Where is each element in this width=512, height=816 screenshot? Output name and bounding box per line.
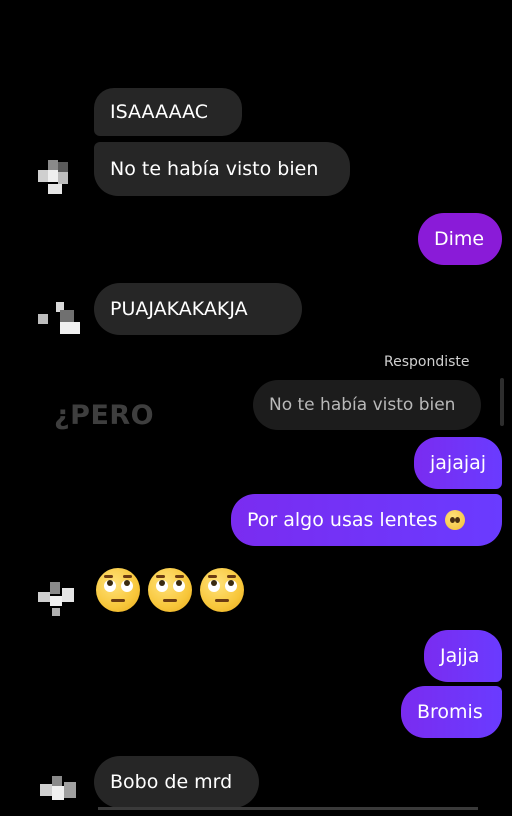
pleading-face-icon xyxy=(445,510,466,530)
eye-roll-emoji-icon xyxy=(96,568,140,612)
message-bubble[interactable]: Bromis xyxy=(401,686,502,738)
avatar[interactable] xyxy=(38,578,82,618)
eye-roll-emoji-icon xyxy=(148,568,192,612)
avatar[interactable] xyxy=(40,772,84,812)
emoji-text: 🙄🙄🙄 xyxy=(96,566,100,567)
message-bubble[interactable]: Dime xyxy=(418,213,502,265)
avatar[interactable] xyxy=(38,298,82,338)
message-bubble[interactable]: ISAAAAAC xyxy=(94,88,242,136)
avatar[interactable] xyxy=(38,156,82,196)
message-bubble[interactable]: Por algo usas lentes xyxy=(231,494,502,546)
scrollbar[interactable] xyxy=(500,378,504,426)
message-bubble[interactable]: No te había visto bien xyxy=(94,142,350,196)
message-text: Por algo usas lentes xyxy=(247,509,438,531)
emoji-message[interactable]: 🙄🙄🙄 xyxy=(96,566,248,614)
overlay-caption: ¿PERO xyxy=(54,400,155,431)
progress-bar xyxy=(98,807,478,810)
eye-roll-emoji-icon xyxy=(200,568,244,612)
message-bubble[interactable]: Bobo de mrd xyxy=(94,756,259,808)
message-bubble[interactable]: jajajaj xyxy=(414,437,502,489)
reply-label: Respondiste xyxy=(384,354,470,370)
reply-quote[interactable]: No te había visto bien xyxy=(253,380,481,430)
message-bubble[interactable]: PUAJAKAKAKJA xyxy=(94,283,302,335)
message-bubble[interactable]: Jajja xyxy=(424,630,502,682)
